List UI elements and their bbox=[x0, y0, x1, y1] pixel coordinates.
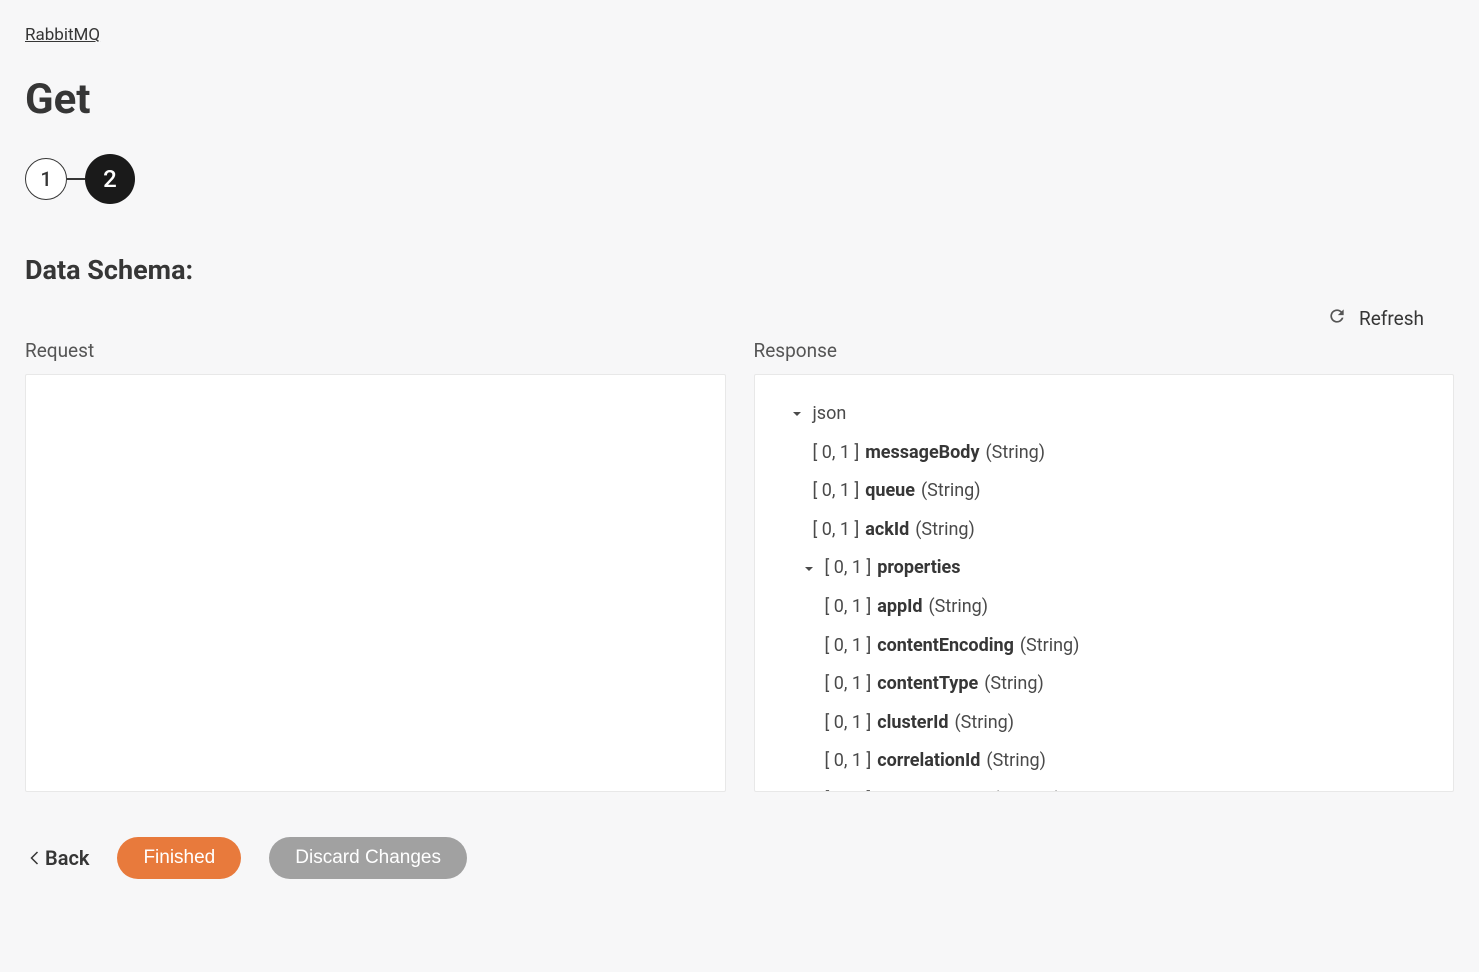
field-type: (String) bbox=[1020, 631, 1080, 662]
request-panel bbox=[25, 374, 726, 792]
discard-button[interactable]: Discard Changes bbox=[269, 837, 467, 879]
field-name: queue bbox=[865, 476, 915, 507]
field-cardinality: [ 0, 1 ] bbox=[825, 631, 872, 662]
field-type: (String) bbox=[929, 592, 989, 623]
field-cardinality: [ 0, 1 ] bbox=[813, 476, 860, 507]
tree-field[interactable]: [ 0, 1 ] contentEncoding (String) bbox=[765, 627, 1444, 666]
field-cardinality: [ 0, 1 ] bbox=[825, 746, 872, 777]
field-name: appId bbox=[877, 592, 922, 623]
tree-root-label: json bbox=[813, 399, 847, 430]
finished-button[interactable]: Finished bbox=[117, 837, 241, 879]
response-label: Response bbox=[754, 339, 1455, 362]
section-title: Data Schema: bbox=[25, 254, 1454, 286]
tree-field[interactable]: [ 0, 1 ] appId (String) bbox=[765, 588, 1444, 627]
back-label: Back bbox=[45, 846, 89, 870]
breadcrumb-link[interactable]: RabbitMQ bbox=[25, 25, 100, 45]
chevron-down-icon[interactable] bbox=[799, 563, 819, 575]
back-button[interactable]: Back bbox=[30, 846, 89, 870]
field-name: messageBody bbox=[865, 438, 979, 469]
field-name: ackId bbox=[865, 515, 909, 546]
tree-field[interactable]: [ 0, 1 ] ackId (String) bbox=[765, 511, 1444, 550]
field-cardinality: [ 0, 1 ] bbox=[813, 438, 860, 469]
field-cardinality: [ 0, 1 ] bbox=[825, 669, 872, 700]
field-type: (String) bbox=[955, 708, 1015, 739]
tree-field[interactable]: [ 0, 1 ] clusterId (String) bbox=[765, 704, 1444, 743]
chevron-down-icon[interactable] bbox=[787, 408, 807, 420]
tree-field[interactable]: [ 0, 1 ] messageBody (String) bbox=[765, 434, 1444, 473]
field-type: (String) bbox=[984, 669, 1044, 700]
field-type: (String) bbox=[986, 438, 1046, 469]
refresh-icon bbox=[1327, 306, 1347, 331]
refresh-label: Refresh bbox=[1359, 307, 1424, 330]
tree-field[interactable]: [ 0, 1 ] correlationId (String) bbox=[765, 742, 1444, 781]
refresh-button[interactable]: Refresh bbox=[1327, 306, 1424, 331]
field-type: (Integer) bbox=[993, 785, 1061, 792]
tree-root[interactable]: json bbox=[765, 395, 1444, 434]
field-name: properties bbox=[877, 553, 960, 584]
field-name: correlationId bbox=[877, 746, 980, 777]
field-name: contentEncoding bbox=[877, 631, 1014, 662]
field-name: clusterId bbox=[877, 708, 948, 739]
tree-field[interactable]: [ 0, 1 ] deliveryMode (Integer) bbox=[765, 781, 1444, 792]
step-1[interactable]: 1 bbox=[25, 158, 67, 200]
field-type: (String) bbox=[921, 476, 981, 507]
field-type: (String) bbox=[915, 515, 975, 546]
request-label: Request bbox=[25, 339, 726, 362]
field-cardinality: [ 0, 1 ] bbox=[825, 592, 872, 623]
tree-properties[interactable]: [ 0, 1 ] properties bbox=[765, 549, 1444, 588]
tree-field[interactable]: [ 0, 1 ] contentType (String) bbox=[765, 665, 1444, 704]
field-cardinality: [ 0, 1 ] bbox=[825, 553, 872, 584]
stepper: 1 2 bbox=[25, 154, 1454, 204]
step-connector bbox=[67, 178, 85, 180]
field-name: contentType bbox=[877, 669, 978, 700]
tree-field[interactable]: [ 0, 1 ] queue (String) bbox=[765, 472, 1444, 511]
field-cardinality: [ 0, 1 ] bbox=[813, 515, 860, 546]
response-panel: json[ 0, 1 ] messageBody (String)[ 0, 1 … bbox=[754, 374, 1455, 792]
page-title: Get bbox=[25, 75, 1454, 124]
chevron-left-icon bbox=[30, 846, 39, 870]
field-name: deliveryMode bbox=[877, 785, 987, 792]
field-cardinality: [ 0, 1 ] bbox=[825, 708, 872, 739]
field-cardinality: [ 0, 1 ] bbox=[825, 785, 872, 792]
step-2[interactable]: 2 bbox=[85, 154, 135, 204]
field-type: (String) bbox=[986, 746, 1046, 777]
